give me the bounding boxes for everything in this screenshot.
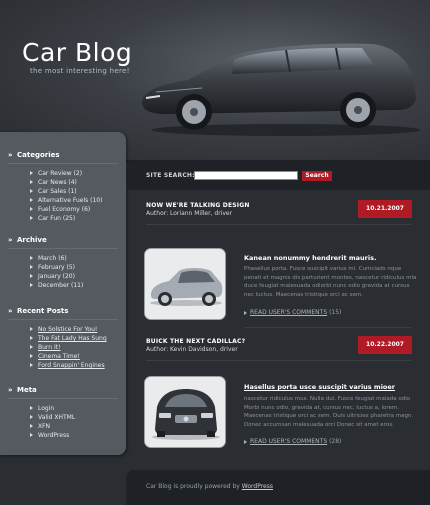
divider: [244, 327, 412, 328]
double-chevron-icon: »: [8, 386, 13, 394]
divider: [8, 163, 118, 164]
triangle-bullet-icon: [30, 283, 33, 287]
post-title[interactable]: NOW WE'RE TALKING DESIGN: [146, 202, 250, 209]
comment-count: (28): [329, 438, 342, 445]
sidebar: » Categories Car Review (2) Car News (4)…: [0, 132, 126, 455]
sidebar-heading: » Categories: [8, 151, 60, 159]
sidebar-item-recent-post[interactable]: The Fat Lady Has Sung: [0, 334, 126, 343]
divider: [8, 398, 118, 399]
post: NOW WE'RE TALKING DESIGN Author: Loriann…: [126, 200, 430, 332]
triangle-bullet-icon: [30, 189, 33, 193]
divider: [8, 248, 118, 249]
triangle-bullet-icon: [30, 415, 33, 419]
comment-count: (15): [329, 309, 342, 316]
sidebar-item-march[interactable]: March (6): [0, 254, 126, 263]
arrow-right-icon: [244, 439, 247, 444]
post-subtitle: Kanean nonummy hendrerit mauris.: [244, 254, 377, 262]
sidebar-item-recent-post[interactable]: Cinema Time!: [0, 352, 126, 361]
post-title[interactable]: BUICK THE NEXT CADILLAC?: [146, 338, 245, 345]
sidebar-item-january[interactable]: January (20): [0, 272, 126, 281]
divider: [8, 319, 118, 320]
read-comments-link[interactable]: READ USER'S COMMENTS (28): [244, 438, 341, 445]
meta-list: Login Valid XHTML XFN WordPress: [0, 404, 126, 440]
triangle-bullet-icon: [30, 327, 33, 331]
sidebar-categories: » Categories Car Review (2) Car News (4)…: [0, 151, 126, 223]
triangle-bullet-icon: [30, 171, 33, 175]
arrow-right-icon: [244, 310, 247, 315]
triangle-bullet-icon: [30, 433, 33, 437]
sidebar-item-december[interactable]: December (11): [0, 281, 126, 290]
main-content: NOW WE'RE TALKING DESIGN Author: Loriann…: [126, 190, 430, 465]
triangle-bullet-icon: [30, 336, 33, 340]
triangle-bullet-icon: [30, 180, 33, 184]
sidebar-item-wordpress[interactable]: WordPress: [0, 431, 126, 440]
divider: [146, 224, 412, 225]
sidebar-item-login[interactable]: Login: [0, 404, 126, 413]
search-input[interactable]: [194, 171, 298, 180]
triangle-bullet-icon: [30, 354, 33, 358]
triangle-bullet-icon: [30, 207, 33, 211]
post-author: Author: Loriann Miller, driver: [146, 210, 233, 217]
triangle-bullet-icon: [30, 274, 33, 278]
double-chevron-icon: »: [8, 151, 13, 159]
site-tagline: the most interesting here!: [30, 67, 130, 75]
silver-car-image: [145, 249, 225, 319]
triangle-bullet-icon: [30, 216, 33, 220]
double-chevron-icon: »: [8, 307, 13, 315]
footer-text: Car Blog is proudly powered by WordPress: [146, 483, 273, 490]
sidebar-item-fuel-economy[interactable]: Fuel Economy (6): [0, 205, 126, 214]
post-subtitle[interactable]: Hasellus porta usce suscipit varius mioe…: [244, 383, 395, 391]
sidebar-item-recent-post[interactable]: No Solstice For You!: [0, 325, 126, 334]
post-thumbnail[interactable]: [144, 248, 226, 320]
sidebar-item-valid-xhtml[interactable]: Valid XHTML: [0, 413, 126, 422]
post-thumbnail[interactable]: [144, 376, 226, 448]
triangle-bullet-icon: [30, 424, 33, 428]
post-excerpt: nascetur ridiculus mus. Nulla dui. Fusce…: [244, 396, 414, 428]
post-date-badge: 10.22.2007: [358, 336, 412, 354]
search-bar: SITE SEARCH: Search: [126, 162, 430, 190]
triangle-bullet-icon: [30, 363, 33, 367]
triangle-bullet-icon: [30, 406, 33, 410]
double-chevron-icon: »: [8, 236, 13, 244]
sidebar-item-recent-post[interactable]: Ford Snappin' Engines: [0, 361, 126, 370]
site-title[interactable]: Car Blog: [22, 38, 132, 67]
sidebar-item-recent-post[interactable]: Burn It!: [0, 343, 126, 352]
divider: [146, 360, 412, 361]
read-comments-link[interactable]: READ USER'S COMMENTS (15): [244, 309, 341, 316]
sidebar-heading: » Archive: [8, 236, 47, 244]
sidebar-item-car-review[interactable]: Car Review (2): [0, 169, 126, 178]
category-list: Car Review (2) Car News (4) Car Sales (1…: [0, 169, 126, 223]
search-button[interactable]: Search: [302, 171, 332, 181]
archive-list: March (6) February (5) January (20) Dece…: [0, 254, 126, 290]
triangle-bullet-icon: [30, 345, 33, 349]
search-label: SITE SEARCH:: [146, 172, 195, 179]
car-hero-image: [142, 43, 420, 136]
sidebar-heading: » Meta: [8, 386, 37, 394]
triangle-bullet-icon: [30, 198, 33, 202]
sidebar-heading: » Recent Posts: [8, 307, 69, 315]
sidebar-recent-posts: » Recent Posts No Solstice For You! The …: [0, 307, 126, 370]
recent-posts-list: No Solstice For You! The Fat Lady Has Su…: [0, 325, 126, 370]
post-date-badge: 10.21.2007: [358, 200, 412, 218]
triangle-bullet-icon: [30, 256, 33, 260]
sidebar-item-car-news[interactable]: Car News (4): [0, 178, 126, 187]
post-author: Author: Kevin Davidson, driver: [146, 346, 238, 353]
black-car-image: [145, 377, 225, 447]
footer: Car Blog is proudly powered by WordPress: [126, 470, 430, 505]
sidebar-item-alternative-fuels[interactable]: Alternative Fuels (10): [0, 196, 126, 205]
sidebar-item-february[interactable]: February (5): [0, 263, 126, 272]
wordpress-link[interactable]: WordPress: [242, 483, 273, 490]
triangle-bullet-icon: [30, 265, 33, 269]
sidebar-item-xfn[interactable]: XFN: [0, 422, 126, 431]
sidebar-archive: » Archive March (6) February (5) January…: [0, 236, 126, 290]
sidebar-meta: » Meta Login Valid XHTML XFN WordPress: [0, 386, 126, 440]
sidebar-item-car-sales[interactable]: Car Sales (1): [0, 187, 126, 196]
sidebar-item-car-fun[interactable]: Car Fun (25): [0, 214, 126, 223]
post: BUICK THE NEXT CADILLAC? Author: Kevin D…: [126, 336, 430, 468]
post-excerpt: Phasellus porta. Fusce suscipit varius m…: [244, 266, 417, 298]
